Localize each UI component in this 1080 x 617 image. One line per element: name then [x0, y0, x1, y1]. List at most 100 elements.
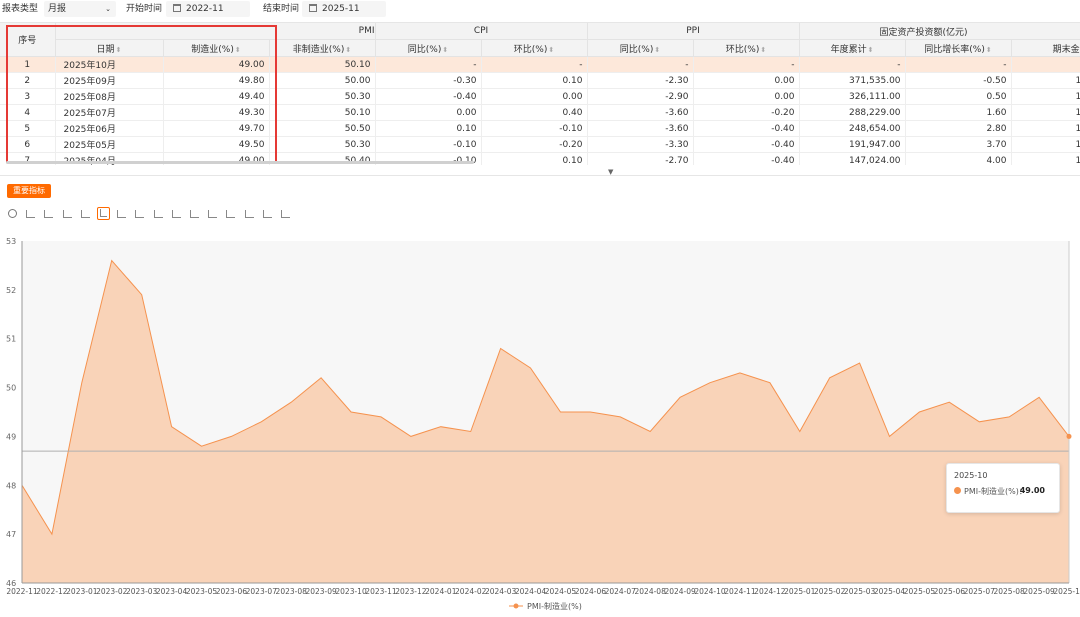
tooltip-toggle-icon[interactable]	[261, 207, 274, 220]
sort-icon[interactable]: ⬍	[548, 46, 554, 54]
column-header[interactable]: 同比(%)⬍	[587, 39, 694, 57]
x-tick-label: 2024-03	[485, 587, 517, 596]
table-chart-icon[interactable]	[243, 207, 256, 220]
end-time-value: 2025-11	[322, 4, 360, 14]
filter-bar: 报表类型 月报 ⌄ 开始时间 2022-11 结束时间 2025-11	[0, 0, 1080, 20]
table-cell: 49.50	[163, 136, 270, 153]
column-header[interactable]: 期末金额⬍	[1011, 39, 1080, 57]
table-row[interactable]: 6 2025年05月 49.50 50.30 -0.10 -0.20 -3.30 -0.40 1…	[0, 136, 1080, 153]
x-tick-label: 2024-06	[575, 587, 607, 596]
table-row[interactable]: 2 2025年09月 49.80 50.00 -0.30 0.10 -2.30 0.00 371…	[0, 72, 1080, 89]
table-cell: 0.40	[481, 104, 588, 121]
table-cell: 2025年08月	[55, 88, 164, 105]
table-cell: 49.70	[163, 120, 270, 137]
table-cell: -0.50	[905, 72, 1012, 89]
stacked-bar-icon[interactable]	[115, 207, 128, 220]
horizontal-scrollbar[interactable]	[6, 161, 474, 164]
column-header[interactable]: 日期⬍	[55, 39, 164, 57]
x-tick-label: 2024-04	[515, 587, 547, 596]
column-header[interactable]: 非制造业(%)⬍	[269, 39, 376, 57]
y-tick-label: 47	[6, 530, 16, 539]
sort-icon[interactable]: ⬍	[235, 46, 241, 54]
end-time-picker[interactable]: 2025-11	[302, 1, 386, 17]
start-time-picker[interactable]: 2022-11	[166, 1, 250, 17]
scatter-chart-icon[interactable]	[79, 207, 92, 220]
start-time-label: 开始时间	[126, 4, 163, 14]
table-row[interactable]: 3 2025年08月 49.40 50.30 -0.40 0.00 -2.90 0.00 326…	[0, 88, 1080, 105]
x-tick-label: 2024-08	[635, 587, 667, 596]
x-tick-label: 2025-01	[784, 587, 816, 596]
x-tick-label: 2024-02	[455, 587, 487, 596]
group-header-cpi: CPI	[375, 23, 588, 40]
column-header[interactable]: 环比(%)⬍	[481, 39, 588, 57]
column-header[interactable]: 同比(%)⬍	[375, 39, 482, 57]
sort-icon[interactable]: ⬍	[654, 46, 660, 54]
sort-icon[interactable]: ⬍	[116, 46, 122, 54]
tooltip-period: 2025-10	[954, 471, 988, 480]
x-tick-label: 2023-03	[126, 587, 158, 596]
table-cell: 0.00	[375, 104, 482, 121]
table-cell: 1	[0, 56, 56, 73]
trend-chart-icon[interactable]	[188, 207, 201, 220]
sort-icon[interactable]: ⬍	[868, 46, 874, 54]
table-cell: -0.20	[693, 104, 800, 121]
group-header-pmi: PMI	[55, 23, 376, 40]
table-cell: -0.30	[375, 72, 482, 89]
sort-icon[interactable]: ⬍	[986, 46, 992, 54]
legend-marker	[513, 603, 519, 609]
boxplot-icon[interactable]	[152, 207, 165, 220]
bar-chart-icon[interactable]	[42, 207, 55, 220]
x-tick-label: 2025-07	[964, 587, 996, 596]
x-tick-label: 2023-01	[66, 587, 98, 596]
table-cell: 49.30	[163, 104, 270, 121]
data-table: 序号 PMI CPI PPI 固定资产投资额(亿元) 日期⬍ 制造业(%)⬍ 非制造…	[0, 22, 1080, 165]
table-cell: -0.40	[375, 88, 482, 105]
table-cell: 50.10	[269, 56, 376, 73]
report-type-select[interactable]: 月报 ⌄	[44, 1, 116, 17]
sort-icon[interactable]: ⬍	[760, 46, 766, 54]
hover-point	[1066, 433, 1072, 439]
table-row[interactable]: 5 2025年06月 49.70 50.50 0.10 -0.10 -3.60 -0.40 24…	[0, 120, 1080, 137]
table-row[interactable]: 1 2025年10月 49.00 50.10- - - - - -	[0, 56, 1080, 73]
group-header-ppi: PPI	[587, 23, 800, 40]
multi-line-icon[interactable]	[206, 207, 219, 220]
table-cell: 131,	[1011, 152, 1080, 165]
x-tick-label: 2025-09	[1023, 587, 1055, 596]
x-tick-label: 2023-08	[276, 587, 308, 596]
important-indicator-tag[interactable]: 重要指标	[7, 184, 51, 198]
pie-chart-icon[interactable]	[133, 207, 146, 220]
sort-icon[interactable]: ⬍	[345, 46, 351, 54]
table-cell: 3.70	[905, 136, 1012, 153]
legend-label: PMI-制造业(%)	[527, 601, 582, 611]
table-cell: -3.30	[587, 136, 694, 153]
x-tick-label: 2024-09	[664, 587, 696, 596]
column-header[interactable]: 年度累计⬍	[799, 39, 906, 57]
table-cell: 50.30	[269, 136, 376, 153]
download-image-icon[interactable]	[279, 207, 292, 220]
step-chart-icon[interactable]	[170, 207, 183, 220]
horizontal-bar-icon[interactable]	[224, 207, 237, 220]
report-type-label: 报表类型	[2, 4, 39, 14]
area-chart-icon[interactable]	[97, 207, 110, 220]
table-cell: 135,	[1011, 72, 1080, 89]
x-tick-label: 2024-05	[545, 587, 577, 596]
bar-chart-2-icon[interactable]	[61, 207, 74, 220]
x-tick-label: 2025-02	[814, 587, 846, 596]
table-cell: 1.60	[905, 104, 1012, 121]
table-cell: 131,	[1011, 136, 1080, 153]
column-header[interactable]: 环比(%)⬍	[693, 39, 800, 57]
x-tick-label: 2023-12	[395, 587, 427, 596]
x-tick-label: 2024-12	[754, 587, 786, 596]
sort-icon[interactable]: ⬍	[442, 46, 448, 54]
refresh-icon[interactable]	[6, 207, 19, 220]
line-chart-icon[interactable]	[24, 207, 37, 220]
table-cell: -	[587, 56, 694, 73]
x-tick-label: 2025-05	[904, 587, 936, 596]
pmi-area-chart: 46 47 48 49 50 51 52 53 2022-11 2022-12 2023-01 202…	[0, 228, 1080, 614]
x-tick-label: 2025-04	[874, 587, 906, 596]
column-header[interactable]: 制造业(%)⬍	[163, 39, 270, 57]
column-header[interactable]: 同比增长率(%)⬍	[905, 39, 1012, 57]
table-cell: 50.50	[269, 120, 376, 137]
table-row[interactable]: 4 2025年07月 49.30 50.10 0.00 0.40 -3.60 -0.20 288…	[0, 104, 1080, 121]
x-tick-label: 2024-01	[425, 587, 457, 596]
